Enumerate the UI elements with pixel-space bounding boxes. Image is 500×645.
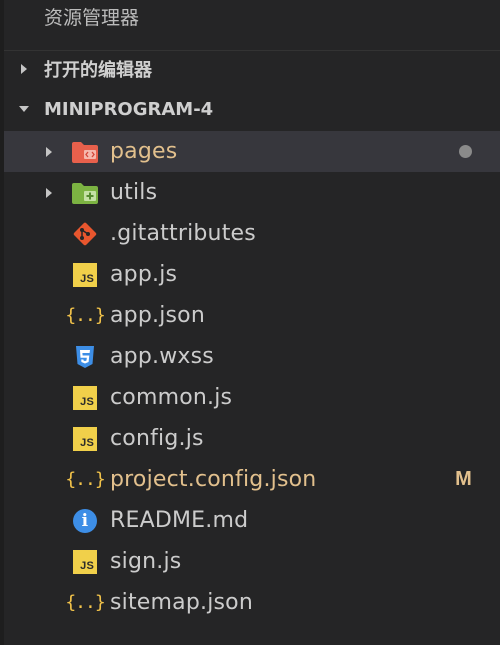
chevron-right-icon[interactable] [44, 144, 56, 160]
json-icon: {..} [65, 305, 105, 326]
js-icon: JS [70, 260, 100, 290]
tree-item-pages[interactable]: pages [4, 131, 500, 172]
status-dot [459, 145, 472, 158]
project-header[interactable]: MINIPROGRAM-4 [4, 91, 500, 127]
tree-item-label: project.config.json [110, 467, 317, 492]
tree-item-label: README.md [110, 508, 249, 533]
git-icon [70, 219, 100, 249]
tree-item-label: .gitattributes [110, 221, 256, 246]
tree-item-label: config.js [110, 426, 204, 451]
tree-item-app-js[interactable]: JS app.js [4, 254, 500, 295]
tree-item-label: app.json [110, 303, 205, 328]
folder-utils-icon [70, 178, 100, 208]
tree-item-config-js[interactable]: JS config.js [4, 418, 500, 459]
css-icon [70, 342, 100, 372]
tree-item-label: sitemap.json [110, 590, 253, 615]
tree-item-label: common.js [110, 385, 233, 410]
tree-item-app-wxss[interactable]: app.wxss [4, 336, 500, 377]
tree-item-gitattributes[interactable]: .gitattributes [4, 213, 500, 254]
json-icon: {..} [65, 469, 105, 490]
tree-item-app-json[interactable]: {..} app.json [4, 295, 500, 336]
tree-item-label: utils [110, 180, 158, 205]
open-editors-header[interactable]: 打开的编辑器 [4, 50, 500, 87]
tree-item-utils[interactable]: utils [4, 172, 500, 213]
tree-item-sign-js[interactable]: JS sign.js [4, 541, 500, 582]
tree-item-label: pages [110, 139, 178, 164]
open-editors-label: 打开的编辑器 [44, 60, 152, 81]
tree-item-common-js[interactable]: JS common.js [4, 377, 500, 418]
chevron-right-icon[interactable] [44, 185, 56, 201]
js-icon: JS [70, 383, 100, 413]
modified-badge: M [455, 468, 472, 490]
info-icon: i [70, 506, 100, 536]
tree-item-label: sign.js [110, 549, 182, 574]
explorer-title: 资源管理器 [44, 7, 140, 29]
folder-pages-icon [70, 137, 100, 167]
tree-item-readme[interactable]: i README.md [4, 500, 500, 541]
project-label: MINIPROGRAM-4 [44, 98, 214, 120]
tree-item-project-config-json[interactable]: {..} project.config.json M [4, 459, 500, 500]
json-icon: {..} [65, 592, 105, 613]
js-icon: JS [70, 424, 100, 454]
chevron-right-icon [4, 63, 44, 75]
tree-item-label: app.wxss [110, 344, 214, 369]
file-tree: pages utils .gitattributes JS app.js {..… [4, 131, 500, 623]
js-icon: JS [70, 547, 100, 577]
tree-item-sitemap-json[interactable]: {..} sitemap.json [4, 582, 500, 623]
chevron-down-icon [4, 104, 44, 114]
tree-item-label: app.js [110, 262, 178, 287]
